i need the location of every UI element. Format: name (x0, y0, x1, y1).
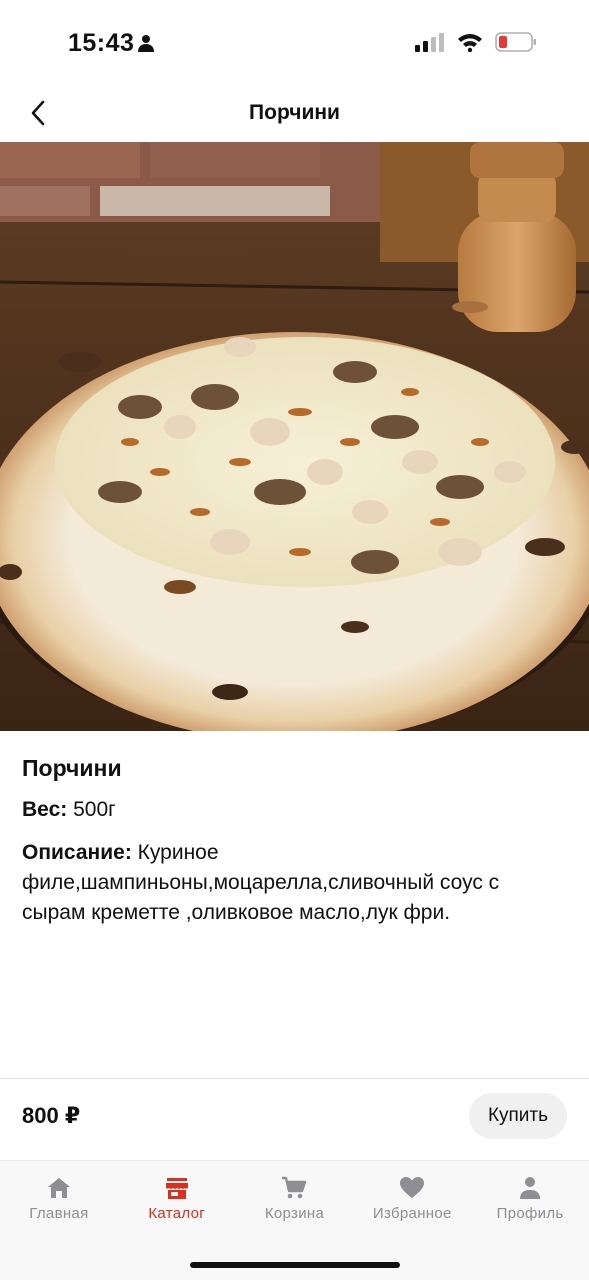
cart-icon (282, 1176, 307, 1199)
weight-value: 500г (73, 798, 116, 821)
page-title: Порчини (249, 101, 340, 124)
tab-profile[interactable]: Профиль (471, 1161, 589, 1280)
buy-bar: 800 ₽ Купить (0, 1078, 589, 1160)
heart-icon (400, 1177, 425, 1198)
person-icon (520, 1177, 541, 1199)
store-icon (165, 1178, 188, 1199)
person-status-icon (138, 35, 154, 52)
price: 800 ₽ (22, 1103, 81, 1128)
nav-header: Порчини (0, 88, 589, 142)
weight-label: Вес: (22, 798, 68, 821)
home-icon (47, 1178, 70, 1198)
description-row: Описание: Куриное филе,шампиньоны,моцаре… (22, 838, 567, 928)
product-name: Порчини (22, 755, 122, 781)
status-time: 15:43 (68, 29, 135, 57)
wifi-icon (458, 34, 482, 52)
status-bar: 15:43 (0, 0, 589, 88)
product-details: Порчини Вес: 500г Описание: Куриное филе… (22, 755, 567, 928)
tab-label-profile: Профиль (496, 1205, 564, 1222)
battery-icon (495, 32, 536, 52)
tab-home[interactable]: Главная (0, 1161, 118, 1280)
product-image (0, 142, 589, 731)
tab-label-catalog: Каталог (148, 1205, 206, 1222)
tab-label-favorites: Избранное (372, 1205, 452, 1222)
home-indicator (190, 1262, 400, 1268)
weight-row: Вес: 500г (22, 798, 567, 822)
tab-label-home: Главная (29, 1205, 89, 1222)
tab-label-cart: Корзина (264, 1205, 325, 1222)
description-label: Описание: (22, 841, 132, 864)
buy-button[interactable]: Купить (469, 1093, 567, 1139)
cellular-signal-icon (415, 33, 444, 52)
